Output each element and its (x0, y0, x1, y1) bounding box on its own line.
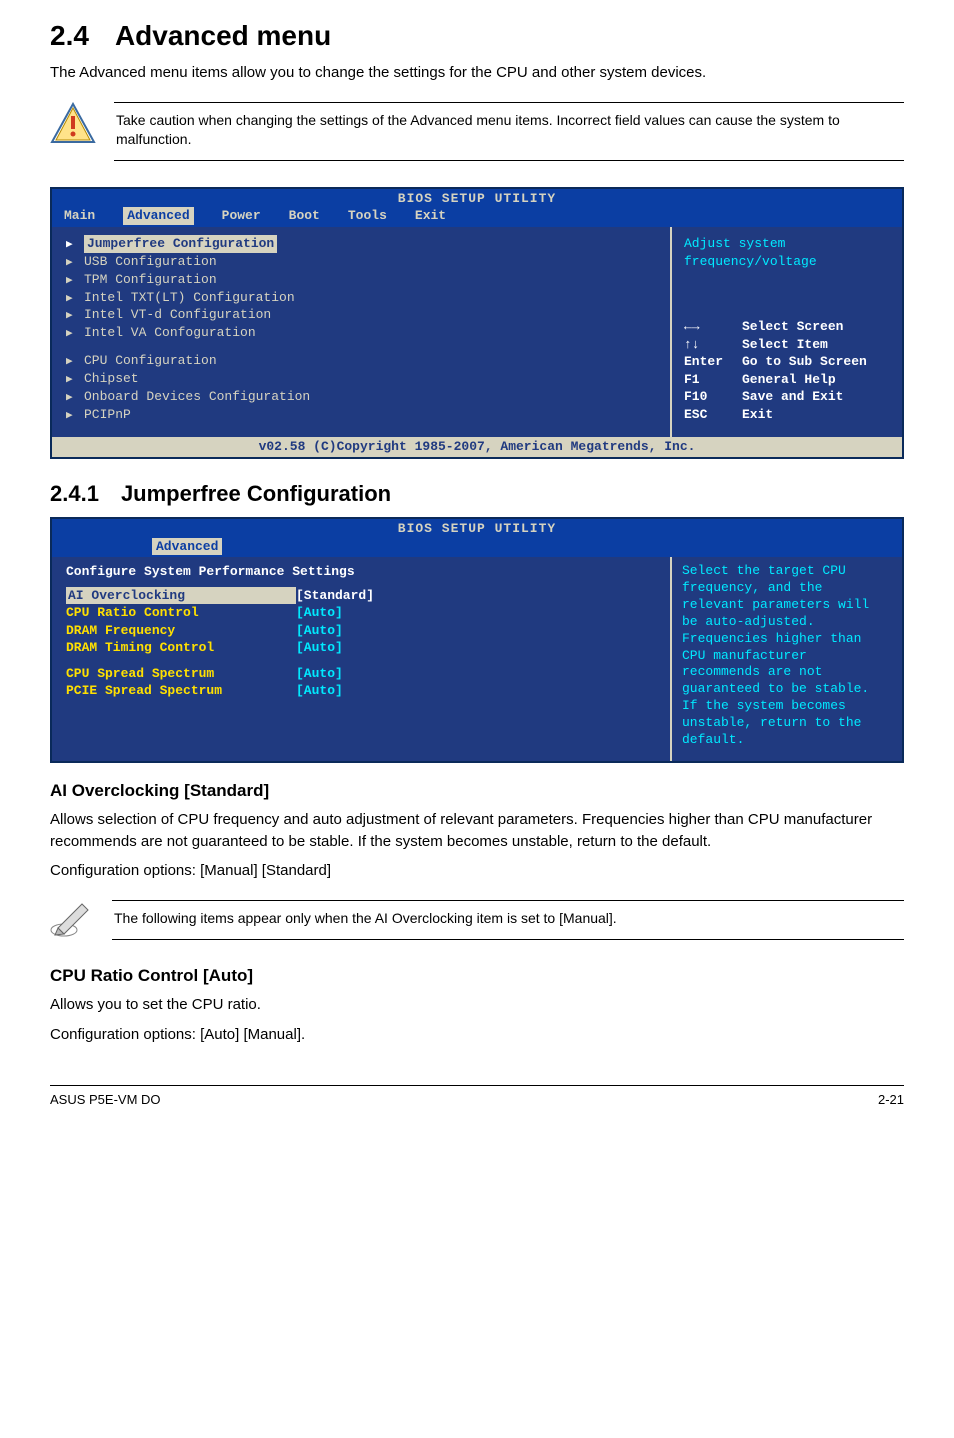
bios-menu-bar: Main Advanced Power Boot Tools Exit (52, 207, 902, 227)
note-text: The following items appear only when the… (112, 900, 904, 940)
caution-text: Take caution when changing the settings … (114, 102, 904, 161)
bios-tab-advanced[interactable]: Advanced (152, 538, 222, 556)
legend-row: ↑↓Select Item (684, 336, 892, 354)
ai-overclocking-config: Configuration options: [Manual] [Standar… (50, 860, 904, 882)
subsection-title-text: Jumperfree Configuration (121, 481, 391, 506)
triangle-icon: ▶ (66, 373, 76, 388)
bios-tab-exit[interactable]: Exit (415, 207, 446, 225)
cpu-ratio-body: Allows you to set the CPU ratio. (50, 994, 904, 1016)
section-heading: 2.4 Advanced menu (50, 20, 904, 52)
bios-window-advanced: BIOS SETUP UTILITY Main Advanced Power B… (50, 187, 904, 459)
bios-left-panel: ▶Jumperfree Configuration ▶USB Configura… (52, 227, 672, 437)
bios-copyright: v02.58 (C)Copyright 1985-2007, American … (52, 437, 902, 457)
bios-title: BIOS SETUP UTILITY (52, 189, 902, 208)
bios-tab-power[interactable]: Power (222, 207, 261, 225)
bios-item-intel-txt[interactable]: ▶Intel TXT(LT) Configuration (66, 289, 656, 307)
ai-overclocking-body: Allows selection of CPU frequency and au… (50, 809, 904, 853)
triangle-icon: ▶ (66, 355, 76, 370)
bios-settings-heading: Configure System Performance Settings (66, 563, 656, 581)
bios-tab-main[interactable]: Main (64, 207, 95, 225)
setting-cpu-spread[interactable]: CPU Spread Spectrum[Auto] (66, 665, 656, 683)
subsection-number: 2.4.1 (50, 481, 99, 506)
intro-paragraph: The Advanced menu items allow you to cha… (50, 62, 904, 84)
legend-row: ←→Select Screen (684, 318, 892, 336)
bios-item-jumperfree[interactable]: ▶Jumperfree Configuration (66, 235, 656, 253)
bios-help-text: Select the target CPU frequency, and the… (672, 557, 902, 761)
triangle-icon: ▶ (66, 274, 76, 289)
triangle-icon: ▶ (66, 391, 76, 406)
triangle-icon: ▶ (66, 238, 76, 253)
bios-item-chipset[interactable]: ▶Chipset (66, 370, 656, 388)
triangle-icon: ▶ (66, 256, 76, 271)
bios-left-panel: Configure System Performance Settings AI… (52, 557, 672, 761)
cpu-ratio-heading: CPU Ratio Control [Auto] (50, 966, 904, 986)
subsection-heading: 2.4.1 Jumperfree Configuration (50, 481, 904, 507)
bios-menu-bar: Advanced (52, 538, 902, 558)
legend-row: ESCExit (684, 406, 892, 424)
page-footer: ASUS P5E-VM DO 2-21 (50, 1085, 904, 1107)
bios-item-pcipnp[interactable]: ▶PCIPnP (66, 406, 656, 424)
bios-help-text: Adjust system frequency/voltage (684, 235, 892, 270)
bios-item-onboard[interactable]: ▶Onboard Devices Configuration (66, 388, 656, 406)
setting-pcie-spread[interactable]: PCIE Spread Spectrum[Auto] (66, 682, 656, 700)
setting-dram-timing[interactable]: DRAM Timing Control[Auto] (66, 639, 656, 657)
legend-row: F1General Help (684, 371, 892, 389)
cpu-ratio-config: Configuration options: [Auto] [Manual]. (50, 1024, 904, 1046)
bios-item-usb[interactable]: ▶USB Configuration (66, 253, 656, 271)
caution-callout: Take caution when changing the settings … (50, 92, 904, 171)
setting-cpu-ratio[interactable]: CPU Ratio Control[Auto] (66, 604, 656, 622)
section-title-text: Advanced menu (115, 20, 331, 51)
bios-item-tpm[interactable]: ▶TPM Configuration (66, 271, 656, 289)
note-callout: The following items appear only when the… (50, 890, 904, 950)
triangle-icon: ▶ (66, 327, 76, 342)
bios-item-intel-vtd[interactable]: ▶Intel VT-d Configuration (66, 306, 656, 324)
triangle-icon: ▶ (66, 409, 76, 424)
section-number: 2.4 (50, 20, 89, 51)
setting-dram-frequency[interactable]: DRAM Frequency[Auto] (66, 622, 656, 640)
setting-ai-overclocking[interactable]: AI Overclocking[Standard] (66, 587, 656, 605)
bios-tab-boot[interactable]: Boot (289, 207, 320, 225)
bios-item-intel-va[interactable]: ▶Intel VA Confoguration (66, 324, 656, 342)
bios-right-panel: Adjust system frequency/voltage ←→Select… (672, 227, 902, 437)
caution-icon (50, 102, 96, 144)
bios-body: ▶Jumperfree Configuration ▶USB Configura… (52, 227, 902, 437)
bios-title: BIOS SETUP UTILITY (52, 519, 902, 538)
footer-page-number: 2-21 (878, 1092, 904, 1107)
footer-product: ASUS P5E-VM DO (50, 1092, 161, 1107)
pencil-icon (50, 900, 94, 938)
legend-row: F10Save and Exit (684, 388, 892, 406)
bios-item-cpu-config[interactable]: ▶CPU Configuration (66, 352, 656, 370)
ai-overclocking-heading: AI Overclocking [Standard] (50, 781, 904, 801)
bios-tab-advanced[interactable]: Advanced (123, 207, 193, 225)
bios-tab-tools[interactable]: Tools (348, 207, 387, 225)
bios-body: Configure System Performance Settings AI… (52, 557, 902, 761)
bios-window-jumperfree: BIOS SETUP UTILITY Advanced Configure Sy… (50, 517, 904, 763)
triangle-icon: ▶ (66, 292, 76, 307)
legend-row: EnterGo to Sub Screen (684, 353, 892, 371)
bios-key-legend: ←→Select Screen ↑↓Select Item EnterGo to… (684, 318, 892, 423)
triangle-icon: ▶ (66, 309, 76, 324)
